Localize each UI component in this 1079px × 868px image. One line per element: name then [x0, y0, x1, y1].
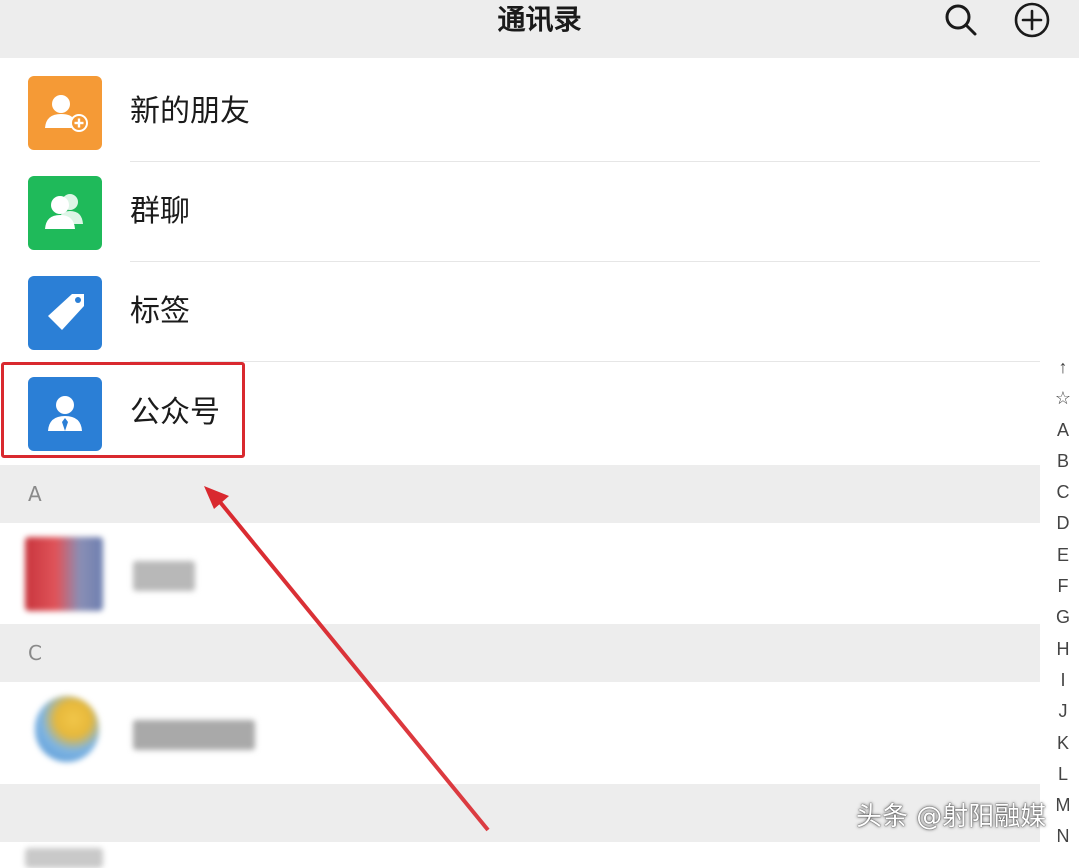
entry-tags[interactable]: 标签 [0, 262, 1040, 362]
watermark: 头条 @射阳融媒 [856, 802, 1047, 832]
section-header-a: A [0, 465, 1040, 523]
entry-label: 新的朋友 [130, 94, 250, 129]
index-letter[interactable]: C [1057, 477, 1070, 508]
section-letter: A [28, 482, 42, 506]
avatar [35, 696, 99, 762]
top-bar: 通讯录 [0, 0, 1079, 58]
index-letter[interactable]: ↑ [1059, 352, 1068, 383]
page-title: 通讯录 [497, 3, 582, 36]
add-circle-icon[interactable] [1014, 2, 1050, 38]
index-letter[interactable]: N [1057, 821, 1070, 852]
index-letter[interactable]: L [1058, 759, 1068, 790]
tag-icon [28, 276, 102, 350]
index-letter[interactable]: J [1059, 696, 1068, 727]
highlight-box [1, 362, 245, 458]
group-icon [28, 176, 102, 250]
index-letter[interactable]: H [1057, 634, 1070, 665]
index-letter[interactable]: A [1057, 415, 1069, 446]
divider [130, 361, 1040, 362]
entry-new-friends[interactable]: 新的朋友 [0, 62, 1040, 162]
contact-name-blurred [133, 720, 255, 750]
search-icon[interactable] [943, 2, 979, 38]
index-letter[interactable]: D [1057, 508, 1070, 539]
index-letter[interactable]: M [1056, 790, 1071, 821]
entry-group-chats[interactable]: 群聊 [0, 162, 1040, 262]
contact-item[interactable] [0, 842, 1040, 868]
index-letter[interactable]: F [1058, 571, 1069, 602]
index-letter[interactable]: K [1057, 728, 1069, 759]
index-letter[interactable]: I [1060, 665, 1065, 696]
contact-name-blurred [133, 561, 195, 591]
index-letter[interactable]: G [1056, 602, 1070, 633]
contact-item[interactable] [0, 523, 1040, 623]
contact-item[interactable] [0, 682, 1040, 782]
section-header-c: C [0, 624, 1040, 682]
index-letter[interactable]: B [1057, 446, 1069, 477]
alphabet-index-bar[interactable]: ↑ ☆ A B C D E F G H I J K L M N [1050, 352, 1076, 853]
entry-label: 群聊 [130, 194, 190, 229]
index-letter[interactable]: E [1057, 540, 1069, 571]
add-friend-icon [28, 76, 102, 150]
entry-label: 标签 [130, 294, 190, 329]
avatar [25, 537, 103, 611]
avatar [25, 848, 103, 868]
section-letter: C [28, 641, 42, 665]
index-letter[interactable]: ☆ [1055, 383, 1071, 414]
